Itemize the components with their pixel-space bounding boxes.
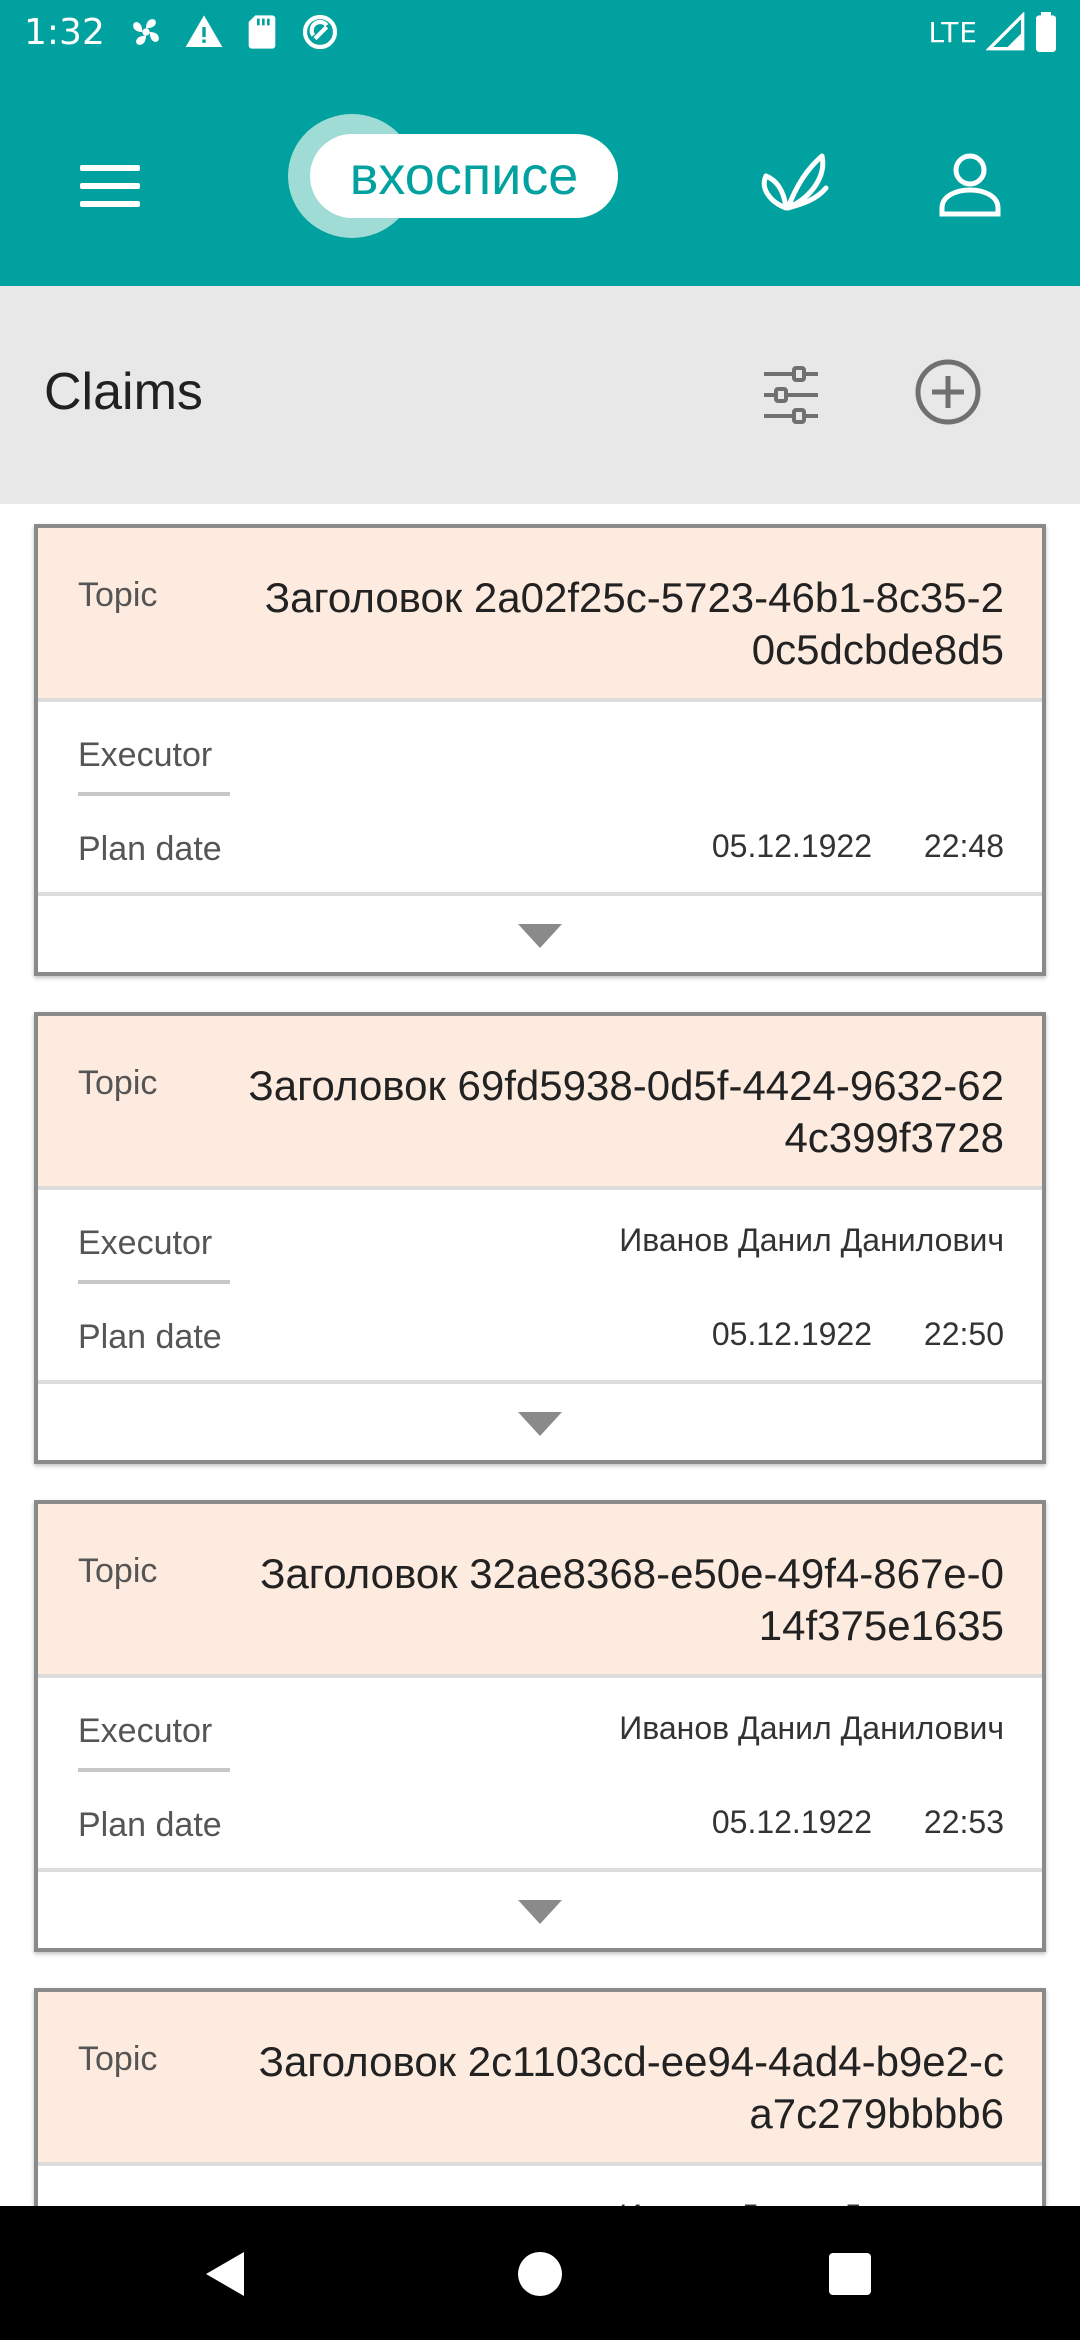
- about-button[interactable]: [752, 142, 836, 226]
- card-footer: [38, 1380, 1042, 1460]
- page-title: Claims: [44, 363, 203, 421]
- menu-icon: [80, 165, 140, 207]
- menu-button[interactable]: [70, 146, 150, 226]
- status-bar: 1:32 LTE: [0, 0, 1080, 66]
- recents-icon[interactable]: [818, 2242, 882, 2306]
- system-nav-bar: [0, 2206, 1080, 2340]
- add-claim-button[interactable]: [910, 354, 986, 430]
- app-bar: вхосписе: [0, 66, 1080, 286]
- topic-label: Topic: [78, 1552, 158, 1590]
- claim-topic-section: Topic Заголовок 2a02f25c-5723-46b1-8c35-…: [38, 528, 1042, 702]
- card-footer: [38, 892, 1042, 972]
- plan-date-value: 05.12.1922: [711, 828, 872, 864]
- executor-value: Иванов Данил Данилович: [619, 1710, 1004, 1746]
- claim-card[interactable]: Topic Заголовок 2a02f25c-5723-46b1-8c35-…: [34, 524, 1046, 976]
- system-status: LTE: [928, 12, 1058, 52]
- logo-text: вхосписе: [349, 146, 579, 206]
- expand-arrow-icon[interactable]: [514, 1892, 566, 1932]
- executor-label: Executor: [78, 1712, 213, 1750]
- logo-pill: вхосписе: [310, 134, 618, 218]
- executor-label: Executor: [78, 736, 213, 774]
- fan-icon: [133, 19, 159, 45]
- plan-time-value: 22:50: [923, 1316, 1004, 1352]
- plan-date-label: Plan date: [78, 1806, 222, 1844]
- expand-arrow-icon[interactable]: [514, 1404, 566, 1444]
- card-footer: [38, 1868, 1042, 1948]
- topic-value: Заголовок 2a02f25c-5723-46b1-8c35-20c5dc…: [264, 574, 1004, 673]
- expand-arrow-icon[interactable]: [514, 916, 566, 956]
- sd-card-icon: [248, 15, 276, 49]
- executor-label: Executor: [78, 1224, 213, 1262]
- profile-button[interactable]: [928, 142, 1012, 226]
- home-icon[interactable]: [508, 2242, 572, 2306]
- back-icon[interactable]: [194, 2242, 258, 2306]
- status-time: 1:32: [24, 12, 105, 53]
- claims-header: Claims: [0, 286, 1080, 504]
- plan-date-value: 05.12.1922: [711, 1804, 872, 1840]
- profile-icon: [939, 153, 1001, 217]
- sync-icon: [302, 14, 338, 50]
- plan-date-value: 05.12.1922: [711, 1316, 872, 1352]
- filter-button[interactable]: [756, 360, 826, 430]
- topic-value: Заголовок 32ae8368-e50e-49f4-867e-014f37…: [260, 1550, 1004, 1649]
- filter-icon: [764, 366, 818, 424]
- executor-value: Иванов Данил Данилович: [619, 1222, 1004, 1258]
- topic-label: Topic: [78, 2040, 158, 2078]
- executor-divider: [78, 1768, 230, 1772]
- claims-list[interactable]: Topic Заголовок 2a02f25c-5723-46b1-8c35-…: [0, 504, 1080, 2206]
- executor-value: Иванов Данил Данилович: [619, 2198, 1004, 2206]
- claim-card[interactable]: Topic Заголовок 69fd5938-0d5f-4424-9632-…: [34, 1012, 1046, 1464]
- executor-divider: [78, 792, 230, 796]
- signal-icon: [986, 12, 1025, 51]
- plan-date-label: Plan date: [78, 1318, 222, 1356]
- plan-date-label: Plan date: [78, 830, 222, 868]
- app-logo: вхосписе: [288, 110, 628, 238]
- claim-card[interactable]: Topic Заголовок 32ae8368-e50e-49f4-867e-…: [34, 1500, 1046, 1952]
- claim-topic-section: Topic Заголовок 2c1103cd-ee94-4ad4-b9e2-…: [38, 1992, 1042, 2166]
- battery-icon: [1036, 12, 1056, 52]
- butterfly-icon: [761, 153, 829, 211]
- topic-label: Topic: [78, 1064, 158, 1102]
- topic-label: Topic: [78, 576, 158, 614]
- topic-value: Заголовок 2c1103cd-ee94-4ad4-b9e2-ca7c27…: [258, 2038, 1004, 2137]
- claim-card[interactable]: Topic Заголовок 2c1103cd-ee94-4ad4-b9e2-…: [34, 1988, 1046, 2206]
- plan-time-value: 22:53: [923, 1804, 1004, 1840]
- add-circle-icon: [915, 359, 981, 425]
- executor-divider: [78, 1280, 230, 1284]
- notification-icons: [126, 12, 340, 52]
- claim-topic-section: Topic Заголовок 32ae8368-e50e-49f4-867e-…: [38, 1504, 1042, 1678]
- network-type: LTE: [928, 15, 978, 49]
- warning-icon: [185, 15, 223, 48]
- claim-topic-section: Topic Заголовок 69fd5938-0d5f-4424-9632-…: [38, 1016, 1042, 1190]
- plan-time-value: 22:48: [923, 828, 1004, 864]
- topic-value: Заголовок 69fd5938-0d5f-4424-9632-624c39…: [248, 1062, 1004, 1161]
